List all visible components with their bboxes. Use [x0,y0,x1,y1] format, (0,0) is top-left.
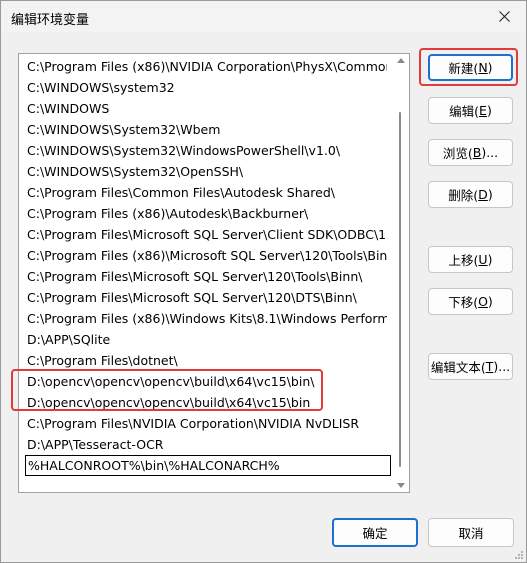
cancel-button-label: 取消 [458,526,484,541]
path-list-item[interactable]: C:\Program Files\NVIDIA Corporation\NVID… [27,413,387,434]
new-button-label: 新建( [448,61,479,76]
delete-button-suffix: ) [487,187,493,202]
move-down-button[interactable]: 下移(O) [428,288,513,315]
cancel-button[interactable]: 取消 [428,518,514,547]
ok-button-label: 确定 [362,526,388,541]
path-list-item[interactable]: C:\Program Files\Microsoft SQL Server\12… [27,287,387,308]
scrollbar-thumb[interactable] [399,112,401,467]
new-button-suffix: ) [487,60,493,75]
browse-button-key: B [472,145,482,160]
move-up-button-label: 上移( [448,253,479,268]
path-list-item[interactable]: C:\WINDOWS\system32 [27,77,387,98]
path-list-item[interactable]: C:\Program Files\Microsoft SQL Server\Cl… [27,224,387,245]
scroll-up-icon[interactable] [397,58,405,63]
close-icon [498,11,510,22]
edit-button-label: 编辑( [449,104,480,119]
move-up-button-key: U [478,252,488,267]
edit-text-button-suffix: )... [493,359,511,374]
path-list-item[interactable]: C:\Program Files (x86)\Autodesk\Backburn… [27,203,387,224]
path-list-item[interactable]: C:\Program Files (x86)\Microsoft SQL Ser… [27,245,387,266]
ok-button[interactable]: 确定 [332,518,418,547]
move-down-button-label: 下移( [448,295,479,310]
path-list-item[interactable]: C:\Program Files\Common Files\Autodesk S… [27,182,387,203]
move-down-button-suffix: ) [487,294,493,309]
window-title: 编辑环境变量 [11,13,90,28]
edit-button-key: E [479,103,487,118]
browse-button[interactable]: 浏览(B)... [428,139,513,166]
edit-text-button-label: 编辑文本( [430,360,486,375]
path-list-item[interactable]: D:\APP\Tesseract-OCR [27,434,387,455]
path-edit-field[interactable]: %HALCONROOT%\bin\%HALCONARCH% [25,455,391,476]
path-list-item[interactable]: C:\Program Files (x86)\Windows Kits\8.1\… [27,308,387,329]
path-list-item[interactable]: D:\opencv\opencv\opencv\build\x64\vc15\b… [27,392,387,413]
path-list-item[interactable]: D:\APP\SQlite [27,329,387,350]
path-list-item[interactable]: C:\Program Files (x86)\NVIDIA Corporatio… [27,56,387,77]
path-list-item[interactable]: C:\Program Files\dotnet\ [27,350,387,371]
edit-text-button[interactable]: 编辑文本(T)... [428,353,513,380]
move-up-button-suffix: ) [487,252,493,267]
path-list-item[interactable]: C:\Program Files\Microsoft SQL Server\12… [27,266,387,287]
title-bar[interactable]: 编辑环境变量 [1,1,526,32]
path-list-item[interactable]: C:\WINDOWS\System32\Wbem [27,119,387,140]
delete-button-key: D [478,187,488,202]
path-list-item[interactable]: D:\opencv\opencv\opencv\build\x64\vc15\b… [27,371,387,392]
new-button-key: N [478,60,488,75]
path-list[interactable]: C:\Program Files (x86)\NVIDIA Corporatio… [18,53,410,493]
edit-button-suffix: ) [486,103,492,118]
path-list-item[interactable]: C:\WINDOWS [27,98,387,119]
resize-grip-icon[interactable] [514,550,524,560]
scroll-down-icon[interactable] [397,483,405,488]
path-list-item[interactable]: C:\WINDOWS\System32\WindowsPowerShell\v1… [27,140,387,161]
new-button[interactable]: 新建(N) [428,54,513,81]
delete-button-label: 删除( [448,188,479,203]
move-up-button[interactable]: 上移(U) [428,246,513,273]
edit-button[interactable]: 编辑(E) [428,97,513,124]
edit-env-variable-dialog: 编辑环境变量 C:\Program Files (x86)\NVIDIA Cor… [0,0,527,563]
vertical-scrollbar[interactable] [393,54,409,492]
browse-button-suffix: )... [481,145,499,160]
close-button[interactable] [482,1,526,32]
edit-text-button-key: T [485,359,494,374]
browse-button-label: 浏览( [442,146,473,161]
move-down-button-key: O [478,294,488,309]
path-list-item[interactable]: C:\WINDOWS\System32\OpenSSH\ [27,161,387,182]
delete-button[interactable]: 删除(D) [428,181,513,208]
